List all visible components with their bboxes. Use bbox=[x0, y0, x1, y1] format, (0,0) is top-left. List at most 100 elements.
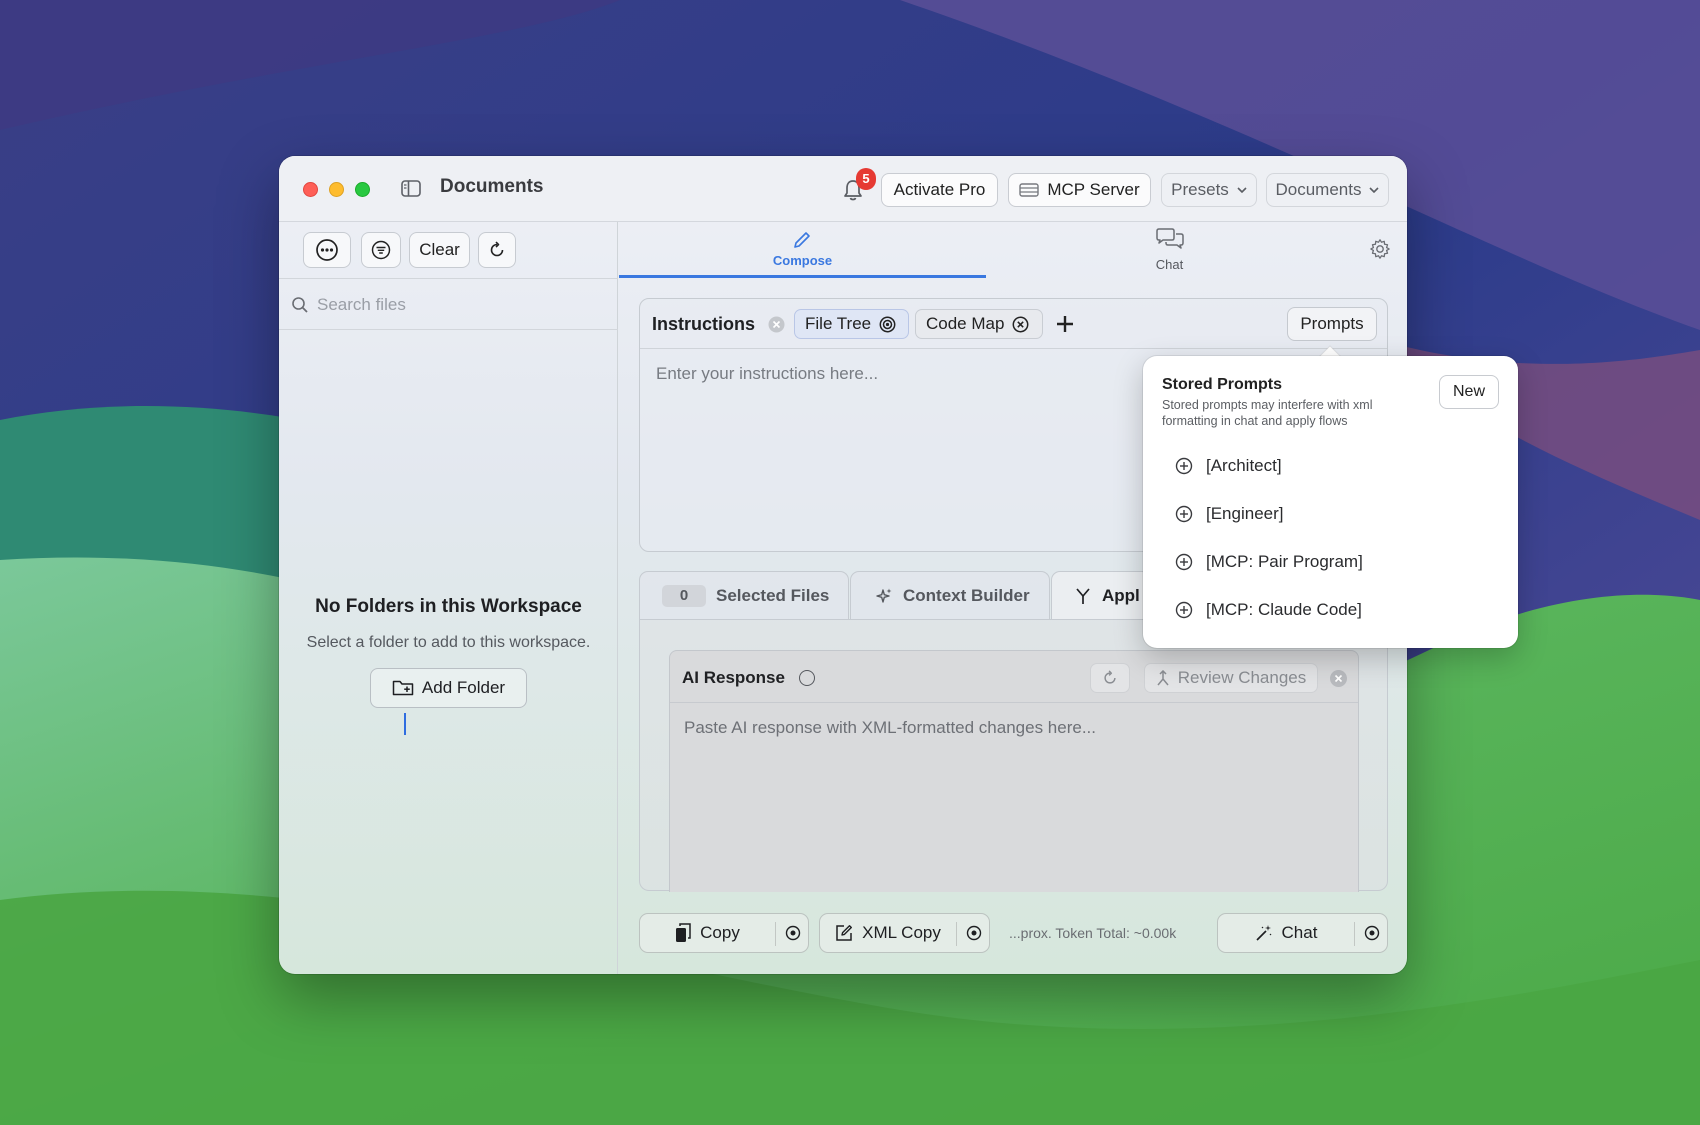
plus-circle-icon bbox=[1175, 457, 1193, 475]
tab-chat[interactable]: Chat bbox=[986, 222, 1353, 278]
tab-apply[interactable]: Appl bbox=[1051, 571, 1151, 619]
plus-icon[interactable] bbox=[1055, 314, 1075, 334]
ai-response-card: AI Response Review Changes bbox=[669, 650, 1359, 892]
context-builder-label: Context Builder bbox=[903, 585, 1030, 605]
tab-compose-label: Compose bbox=[772, 253, 833, 268]
gear-icon[interactable] bbox=[1369, 238, 1391, 260]
prompt-item-label: [Engineer] bbox=[1206, 504, 1284, 523]
add-folder-button[interactable]: Add Folder bbox=[370, 668, 527, 708]
clear-response-icon[interactable] bbox=[1330, 670, 1347, 687]
xml-copy-label: XML Copy bbox=[862, 923, 941, 942]
search-files-input[interactable] bbox=[317, 291, 597, 319]
minimize-window-button[interactable] bbox=[329, 182, 344, 197]
filter-circle-icon bbox=[371, 240, 391, 260]
chevron-down-icon bbox=[1237, 187, 1247, 193]
prompt-item-claude-code[interactable]: [MCP: Claude Code] bbox=[1175, 595, 1362, 625]
sidebar-toggle-icon[interactable] bbox=[401, 180, 421, 197]
prompt-item-label: [Architect] bbox=[1206, 456, 1282, 475]
chat-button-group: Chat bbox=[1217, 913, 1388, 953]
titlebar: Documents 5 Activate Pro MCP Server Pres… bbox=[279, 156, 1407, 222]
empty-workspace-title: No Folders in this Workspace bbox=[315, 596, 582, 617]
new-prompt-button[interactable]: New bbox=[1439, 375, 1499, 409]
chat-bubbles-icon bbox=[1156, 228, 1184, 249]
target-icon bbox=[879, 316, 896, 332]
token-total-text: ...prox. Token Total: ~0.00k bbox=[1009, 925, 1177, 941]
selected-files-label: Selected Files bbox=[716, 585, 830, 605]
window-title: Documents bbox=[440, 176, 544, 197]
filter-button[interactable] bbox=[361, 232, 401, 268]
file-tree-label: File Tree bbox=[805, 314, 872, 333]
tab-compose[interactable]: Compose bbox=[619, 222, 986, 278]
ai-response-title: AI Response bbox=[682, 668, 785, 687]
prompt-item-pair-program[interactable]: [MCP: Pair Program] bbox=[1175, 547, 1363, 577]
more-options-button[interactable] bbox=[303, 232, 351, 268]
xml-copy-button[interactable]: XML Copy bbox=[820, 914, 956, 952]
chat-label: Chat bbox=[1281, 923, 1318, 942]
divider bbox=[956, 922, 957, 946]
options-circle-icon[interactable] bbox=[785, 925, 801, 941]
remove-circle-icon[interactable] bbox=[1012, 316, 1029, 333]
folder-plus-icon bbox=[392, 680, 414, 696]
review-merge-icon bbox=[1157, 670, 1169, 686]
plus-circle-icon bbox=[1175, 601, 1193, 619]
clear-button[interactable]: Clear bbox=[409, 232, 470, 268]
mcp-server-label: MCP Server bbox=[1047, 180, 1140, 199]
copy-label: Copy bbox=[700, 923, 740, 942]
plus-circle-icon bbox=[1175, 553, 1193, 571]
ellipsis-circle-icon bbox=[316, 239, 338, 261]
review-changes-button[interactable]: Review Changes bbox=[1144, 663, 1318, 693]
chat-button[interactable]: Chat bbox=[1218, 914, 1354, 952]
ai-response-header: AI Response Review Changes bbox=[670, 651, 1358, 703]
pencil-icon bbox=[794, 232, 810, 248]
copy-button-group: Copy bbox=[639, 913, 809, 953]
status-circle-icon bbox=[799, 670, 815, 686]
workspace-label: Documents bbox=[1275, 180, 1362, 199]
apply-label: Appl bbox=[1102, 585, 1140, 605]
tab-selected-files[interactable]: 0 Selected Files bbox=[639, 571, 849, 619]
reparse-button[interactable] bbox=[1090, 663, 1130, 693]
prompt-item-label: [MCP: Pair Program] bbox=[1206, 552, 1363, 571]
instructions-title: Instructions bbox=[652, 314, 756, 334]
presets-label: Presets bbox=[1171, 180, 1229, 199]
options-circle-icon[interactable] bbox=[966, 925, 982, 941]
copy-button[interactable]: Copy bbox=[640, 914, 775, 952]
code-map-chip[interactable]: Code Map bbox=[915, 309, 1043, 339]
edit-square-icon bbox=[836, 925, 853, 941]
clear-label: Clear bbox=[419, 240, 460, 259]
prompts-label: Prompts bbox=[1300, 314, 1364, 333]
code-map-label: Code Map bbox=[926, 314, 1005, 333]
sparkles-icon bbox=[876, 588, 892, 603]
options-circle-icon[interactable] bbox=[1364, 925, 1380, 941]
refresh-button[interactable] bbox=[478, 232, 516, 268]
plus-circle-icon bbox=[1175, 505, 1193, 523]
empty-workspace-subtitle: Select a folder to add to this workspace… bbox=[306, 634, 591, 651]
tab-context-builder[interactable]: Context Builder bbox=[850, 571, 1050, 619]
ai-response-input[interactable] bbox=[670, 704, 1358, 892]
activate-pro-button[interactable]: Activate Pro bbox=[881, 173, 998, 207]
workspace-dropdown[interactable]: Documents bbox=[1266, 173, 1389, 207]
instructions-header: Instructions File Tree Code Map Prompts bbox=[640, 299, 1387, 349]
popover-subtitle: Stored prompts may interfere with xml fo… bbox=[1162, 398, 1373, 428]
server-icon bbox=[1019, 183, 1040, 197]
search-bar bbox=[279, 278, 618, 330]
apply-panel: AI Response Review Changes bbox=[639, 619, 1388, 892]
prompt-item-architect[interactable]: [Architect] bbox=[1175, 451, 1282, 481]
prompt-item-label: [MCP: Claude Code] bbox=[1206, 600, 1362, 619]
stored-prompts-popover: Stored Prompts Stored prompts may interf… bbox=[1143, 356, 1518, 648]
magic-wand-icon bbox=[1255, 925, 1271, 941]
activate-pro-label: Activate Pro bbox=[893, 180, 986, 199]
notification-badge: 5 bbox=[856, 168, 876, 190]
refresh-icon bbox=[490, 241, 504, 257]
close-window-button[interactable] bbox=[303, 182, 318, 197]
file-tree-chip[interactable]: File Tree bbox=[794, 309, 909, 339]
search-icon bbox=[292, 297, 308, 313]
prompts-button[interactable]: Prompts bbox=[1287, 307, 1377, 341]
maximize-window-button[interactable] bbox=[355, 182, 370, 197]
prompt-item-engineer[interactable]: [Engineer] bbox=[1175, 499, 1284, 529]
merge-icon bbox=[1076, 587, 1090, 604]
new-prompt-label: New bbox=[1452, 383, 1485, 400]
clear-instructions-icon[interactable] bbox=[768, 316, 785, 333]
presets-dropdown[interactable]: Presets bbox=[1161, 173, 1257, 207]
mcp-server-button[interactable]: MCP Server bbox=[1008, 173, 1151, 207]
copy-document-icon bbox=[676, 923, 691, 942]
